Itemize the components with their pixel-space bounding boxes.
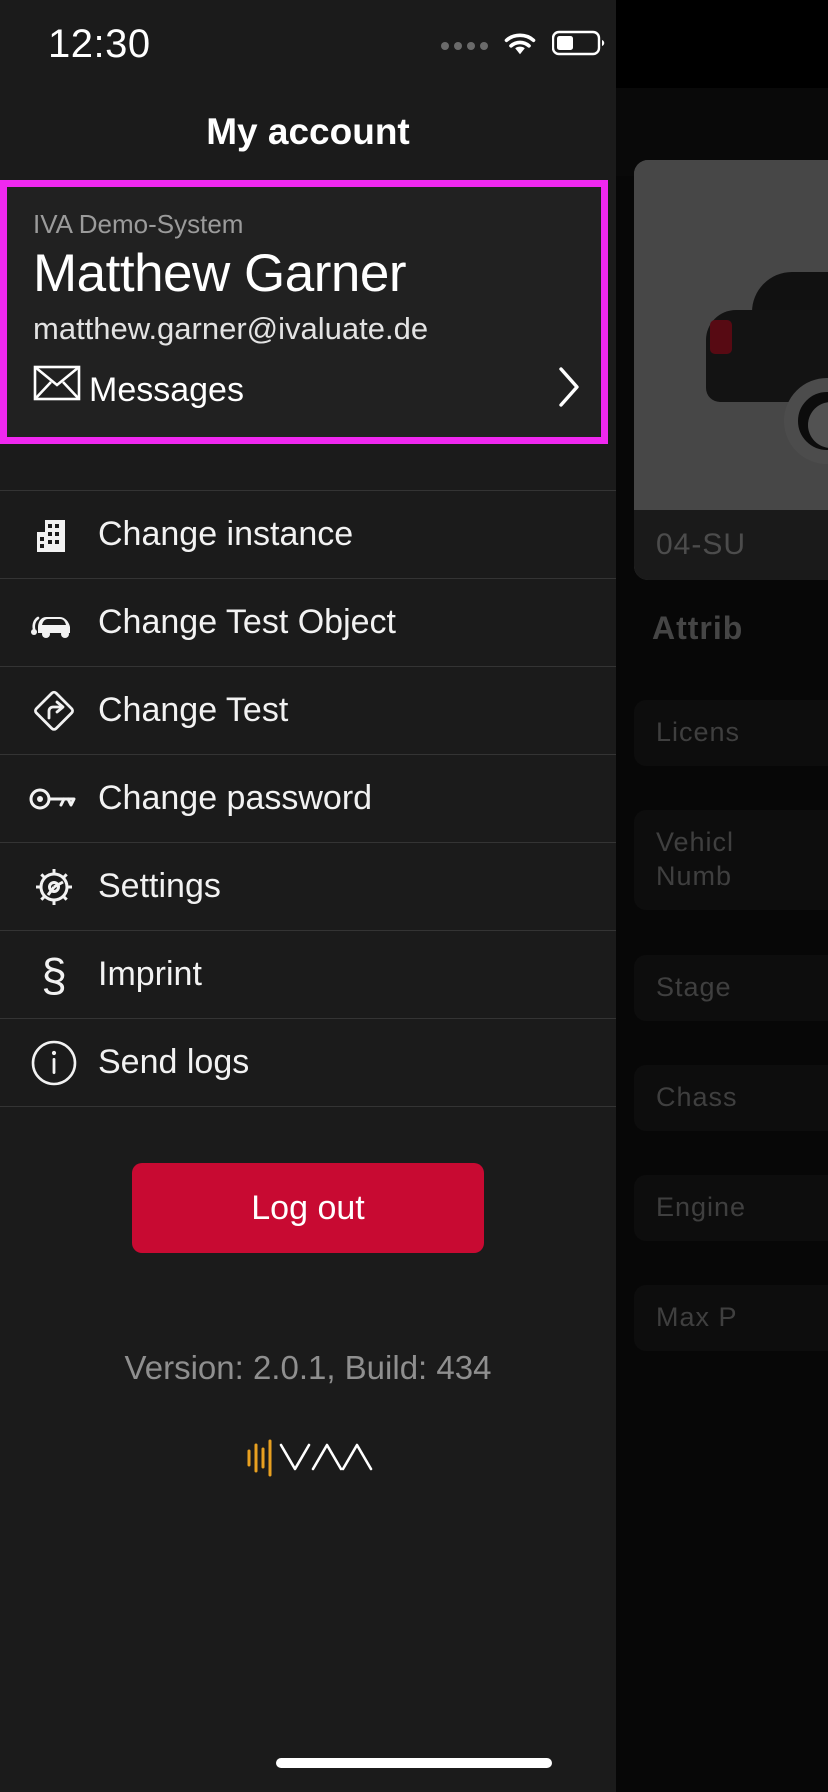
signal-dots-icon	[441, 41, 488, 50]
status-bar-clock: 12:30	[48, 22, 151, 66]
profile-card: IVA Demo-System Matthew Garner matthew.g…	[0, 180, 608, 444]
phone-screen: 04-SU Attrib Licens Vehicl Numb Stage Ch…	[0, 0, 828, 1792]
road-sign-arrow-icon	[14, 687, 94, 735]
menu-item-label: Settings	[98, 867, 221, 905]
envelope-icon	[33, 365, 81, 406]
messages-label: Messages	[89, 370, 244, 409]
instance-name: IVA Demo-System	[33, 209, 244, 239]
home-indicator	[276, 1758, 552, 1768]
menu-item-change-test[interactable]: Change Test	[0, 667, 616, 755]
menu-item-settings[interactable]: Settings	[0, 843, 616, 931]
page-title: My account	[206, 111, 410, 152]
menu-item-label: Imprint	[98, 955, 202, 993]
status-bar-indicators	[441, 28, 608, 63]
section-sign-icon: §	[41, 948, 67, 1001]
wifi-icon	[500, 28, 540, 63]
menu-item-label: Send logs	[98, 1043, 250, 1081]
iva-wave-logo	[0, 1435, 616, 1481]
user-email: matthew.garner@ivaluate.de	[33, 310, 429, 346]
messages-row[interactable]: Messages	[33, 357, 583, 423]
battery-icon	[551, 29, 608, 62]
logout-container: Log out	[0, 1163, 616, 1253]
menu-item-change-instance[interactable]: Change instance	[0, 491, 616, 579]
car-icon	[14, 603, 94, 643]
building-icon	[14, 512, 94, 558]
key-icon	[14, 783, 94, 815]
gear-icon	[14, 864, 94, 910]
version-text: Version: 2.0.1, Build: 434	[124, 1349, 492, 1386]
chevron-right-icon	[557, 365, 583, 415]
menu-item-label: Change Test Object	[98, 603, 396, 641]
drawer-app-bar: My account	[0, 88, 616, 176]
menu-item-imprint[interactable]: § Imprint	[0, 931, 616, 1019]
logout-button[interactable]: Log out	[132, 1163, 484, 1253]
menu-item-label: Change instance	[98, 515, 354, 553]
info-circle-icon	[14, 1039, 94, 1087]
menu-item-label: Change Test	[98, 691, 289, 729]
menu-item-send-logs[interactable]: Send logs	[0, 1019, 616, 1107]
status-bar: 12:30	[0, 0, 616, 88]
menu-item-change-password[interactable]: Change password	[0, 755, 616, 843]
menu-item-change-test-object[interactable]: Change Test Object	[0, 579, 616, 667]
account-drawer: 12:30 My account IVA Demo-System Matthew…	[0, 0, 616, 1792]
user-name: Matthew Garner	[33, 244, 406, 303]
menu-list: Change instance Change Test Object Chang…	[0, 490, 616, 1107]
menu-item-label: Change password	[98, 779, 373, 817]
